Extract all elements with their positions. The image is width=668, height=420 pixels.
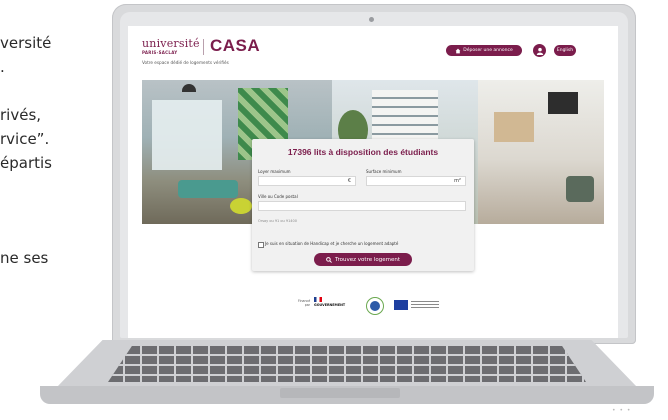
gouvernement-text: GOUVERNEMENT	[314, 303, 346, 307]
photo-student-room	[478, 80, 604, 224]
user-icon[interactable]	[533, 44, 546, 57]
deposit-button-label: Déposer une annonce	[463, 48, 513, 53]
gouvernement-logo: GOUVERNEMENT	[314, 297, 346, 319]
article-line: versité	[0, 34, 52, 52]
surface-unit: m²	[454, 178, 461, 184]
find-housing-label: Trouvez votre logement	[334, 256, 401, 263]
logo-divider	[203, 39, 204, 55]
partner-seal-icon	[366, 297, 384, 315]
laptop-screen: université PARIS-SACLAY CASA Votre espac…	[128, 26, 618, 338]
logo-university-text: université	[142, 37, 200, 50]
decorative-dots: • • •	[612, 407, 632, 414]
article-line: rivés,	[0, 106, 42, 124]
eu-logo-text-lines	[411, 301, 439, 309]
partners-footer: Financé par GOUVERNEMENT	[298, 296, 458, 322]
handicap-checkbox[interactable]	[258, 242, 264, 248]
university-logo[interactable]: université PARIS-SACLAY	[142, 38, 200, 55]
search-icon	[326, 256, 332, 263]
handicap-label: Je suis en situation de Handicap et je c…	[265, 241, 399, 246]
logo-paris-saclay-text: PARIS-SACLAY	[142, 50, 178, 55]
max-rent-input[interactable]: €	[258, 176, 356, 186]
city-label: Ville ou Code postal	[258, 194, 298, 199]
article-line: rvice”.	[0, 130, 50, 148]
eu-logo	[394, 300, 440, 312]
site-header: université PARIS-SACLAY CASA Votre espac…	[128, 26, 618, 70]
rent-label: Loyer maximum	[258, 169, 291, 174]
laptop-trackpad	[280, 388, 400, 398]
article-line: .	[0, 58, 5, 76]
french-flag-icon	[314, 297, 322, 302]
deposit-listing-button[interactable]: Déposer une annonce	[446, 45, 522, 56]
casa-logo[interactable]: CASA	[210, 36, 260, 56]
language-button[interactable]: English	[554, 45, 576, 56]
user-silhouette	[536, 47, 543, 55]
city-hint: Orsay ou 91 ou 91400	[258, 219, 297, 223]
surface-label: Surface minimum	[366, 169, 402, 174]
home-icon	[455, 48, 461, 53]
site-tagline: Votre espace dédié de logements vérifiés	[142, 60, 229, 65]
article-line: épartis	[0, 154, 52, 172]
eu-flag-icon	[394, 300, 408, 310]
search-card-title: 17396 lits à disposition des étudiants	[287, 147, 439, 157]
search-card: 17396 lits à disposition des étudiants L…	[252, 139, 474, 271]
article-line: ne ses	[0, 249, 49, 267]
background-article-text: versité . rivés, rvice”. épartis ne ses	[0, 0, 96, 420]
city-postcode-input[interactable]	[258, 201, 466, 211]
financed-by-label: Financé par	[298, 299, 311, 307]
min-surface-input[interactable]: m²	[366, 176, 466, 186]
find-housing-button[interactable]: Trouvez votre logement	[314, 253, 412, 266]
rent-unit: €	[347, 178, 351, 184]
camera-icon	[369, 17, 374, 22]
keyboard-row-gaps	[108, 346, 586, 382]
